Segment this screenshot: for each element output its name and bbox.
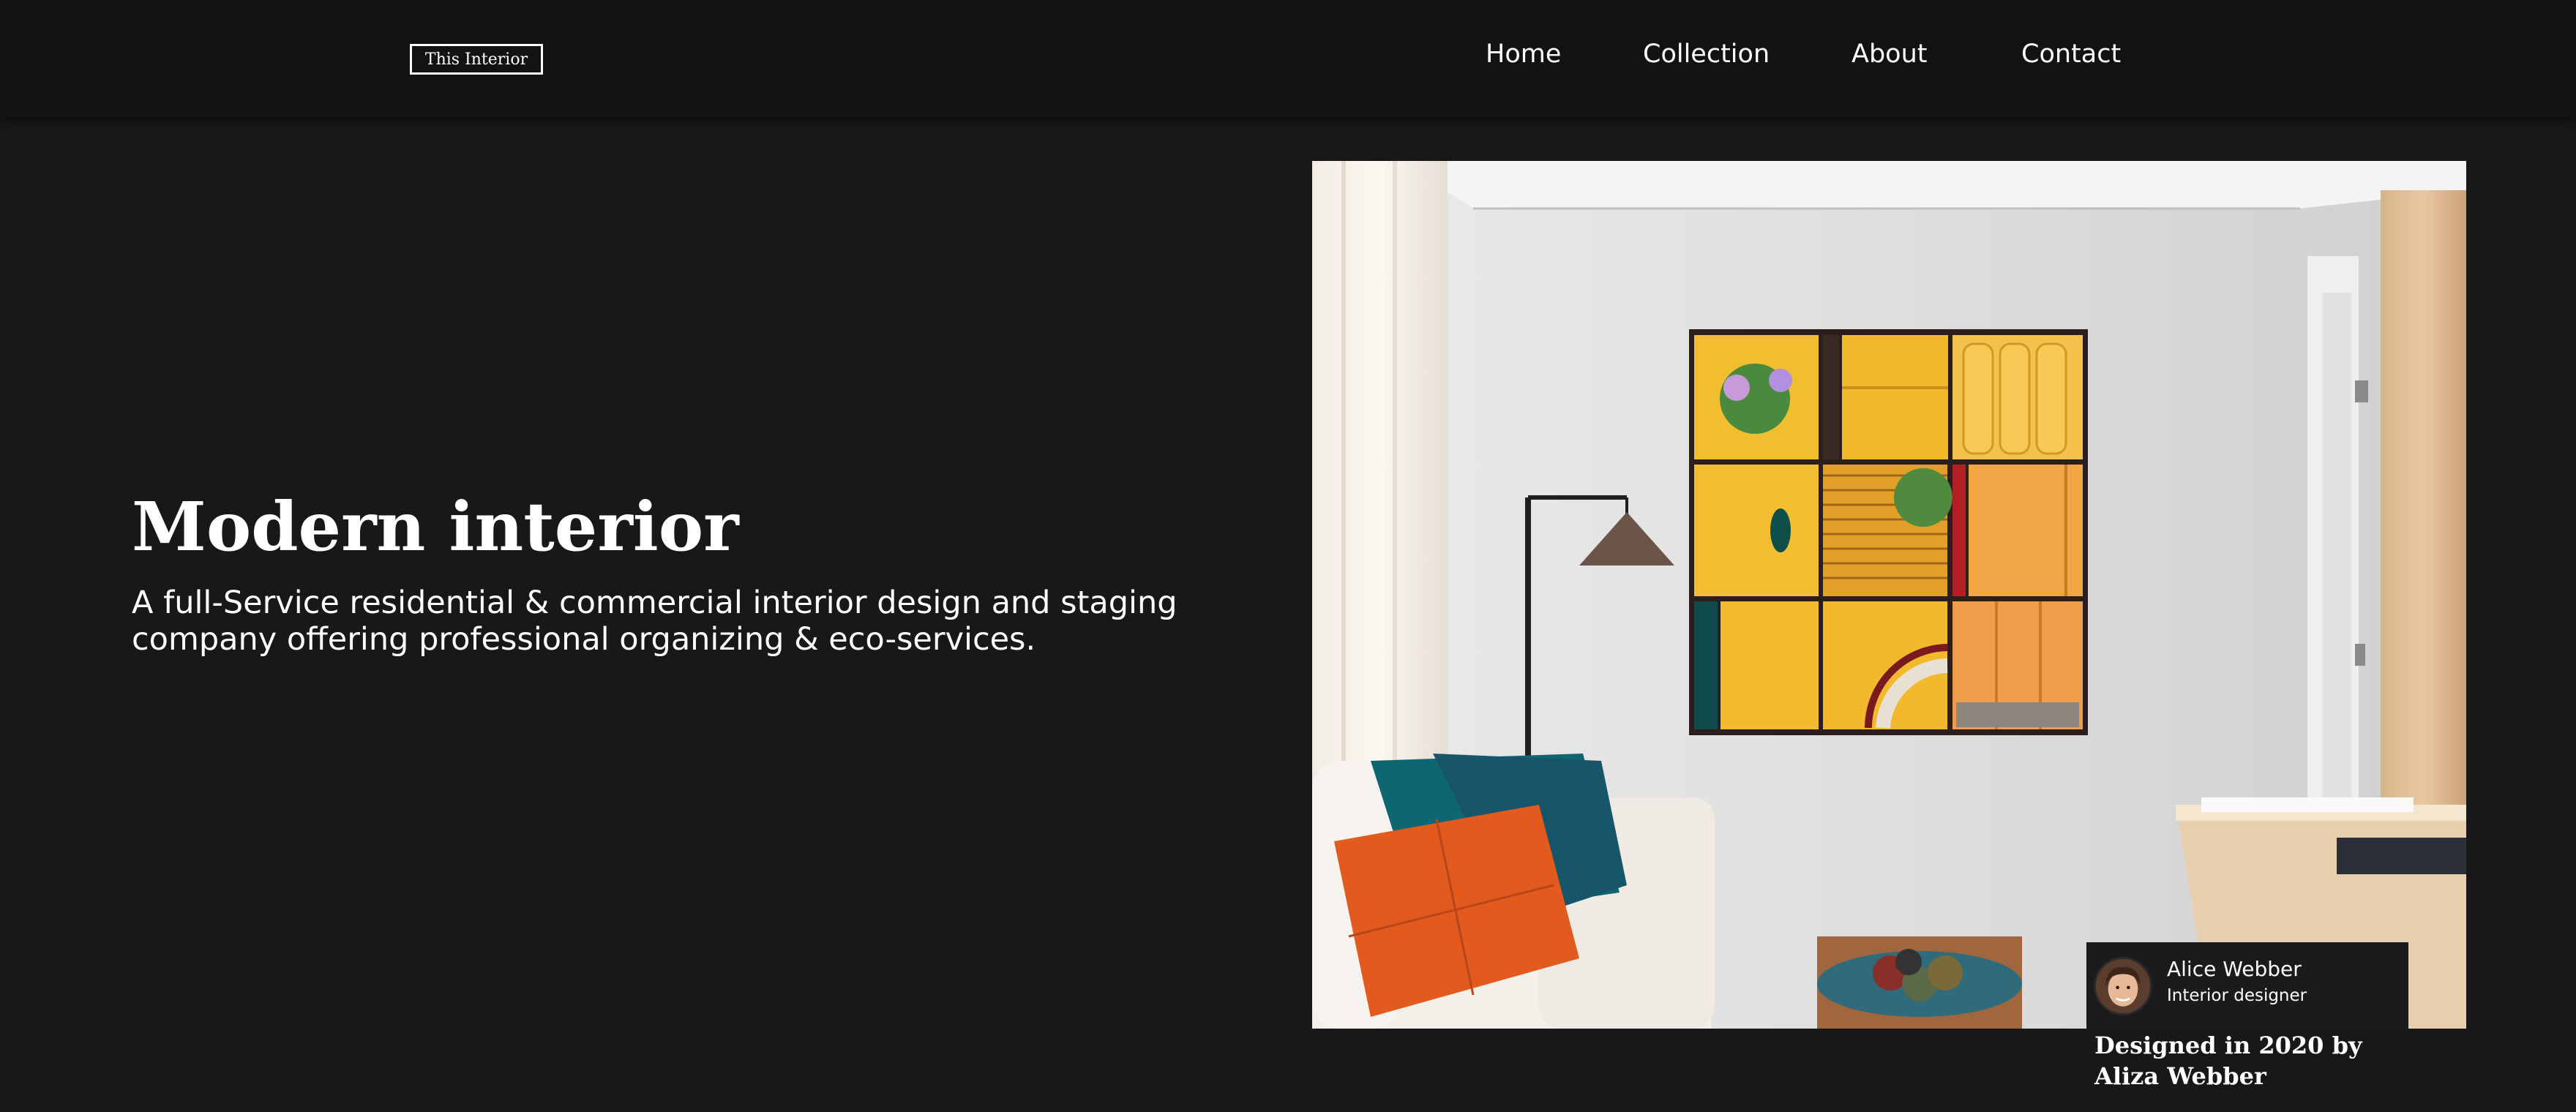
- hero-description: A full-Service residential & commercial …: [132, 585, 1177, 658]
- navbar: This Interior Home Collection About Cont…: [0, 0, 2576, 117]
- nav-link-contact[interactable]: Contact: [2021, 40, 2121, 69]
- designer-role: Interior designer: [2167, 986, 2307, 1005]
- designer-card: Alice Webber Interior designer: [2086, 942, 2408, 1030]
- living-room-illustration: [1312, 161, 2466, 1029]
- designer-name: Alice Webber: [2167, 957, 2302, 981]
- hero-photo: [1312, 161, 2466, 1029]
- hero-title: Modern interior: [132, 487, 739, 566]
- hero-text: Modern interior A full-Service residenti…: [132, 487, 1215, 658]
- nav-link-home[interactable]: Home: [1486, 40, 1561, 69]
- nav-link-about[interactable]: About: [1852, 40, 1927, 69]
- design-credit-text: Designed in 2020 by Aliza Webber: [2094, 1032, 2362, 1090]
- logo[interactable]: This Interior: [410, 44, 543, 75]
- avatar-portrait: [2096, 959, 2150, 1013]
- designer-avatar: [2094, 957, 2152, 1015]
- nav-link-collection[interactable]: Collection: [1643, 40, 1770, 69]
